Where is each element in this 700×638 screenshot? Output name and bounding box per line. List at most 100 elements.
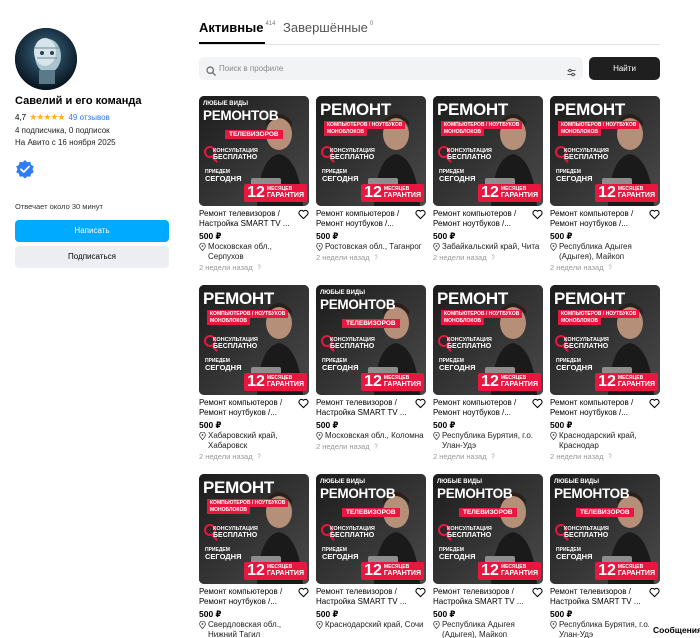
subscribe-button[interactable]: Подписаться <box>15 246 169 268</box>
listing-card[interactable]: ЛЮБЫЕ ВИДЫ РЕМОНТОВ ТЕЛЕВИЗОРОВ КОНСУЛЬТАЦИ… <box>199 96 309 273</box>
thumb-caption: ЛЮБЫЕ ВИДЫ <box>320 479 366 485</box>
listing-price: 500 ₽ <box>433 420 456 430</box>
listing-image[interactable]: ЛЮБЫЕ ВИДЫ РЕМОНТОВ ТЕЛЕВИЗОРОВ КОНСУЛЬТАЦИ… <box>199 96 309 206</box>
listing-title[interactable]: Ремонт телевизоров / Настройка SMART TV … <box>316 587 411 607</box>
heart-icon[interactable] <box>532 398 543 409</box>
listing-title[interactable]: Ремонт компьютеров / Ремонт ноутбуков /.… <box>550 398 645 418</box>
heart-icon[interactable] <box>298 398 309 409</box>
listing-image[interactable]: РЕМОНТ КОМПЬЮТЕРОВ / НОУТБУКОВ МОНОБЛОКОВ К… <box>199 474 309 584</box>
listing-location-text: Хабаровский край, Хабаровск <box>208 431 278 450</box>
filter-icon[interactable] <box>567 64 576 82</box>
listing-image[interactable]: ЛЮБЫЕ ВИДЫ РЕМОНТОВ ТЕЛЕВИЗОРОВ КОНСУЛЬТАЦИ… <box>433 474 543 584</box>
write-button[interactable]: Написать <box>15 220 169 242</box>
listing-card[interactable]: РЕМОНТ КОМПЬЮТЕРОВ / НОУТБУКОВ МОНОБЛОКОВ К… <box>199 474 309 638</box>
heart-icon[interactable] <box>415 587 426 598</box>
rating-value: 4,7 <box>15 112 27 122</box>
pin-icon <box>257 453 261 459</box>
listing-card[interactable]: ЛЮБЫЕ ВИДЫ РЕМОНТОВ ТЕЛЕВИЗОРОВ КОНСУЛЬТАЦИ… <box>550 474 660 638</box>
avatar[interactable] <box>15 28 77 90</box>
listing-card[interactable]: РЕМОНТ КОМПЬЮТЕРОВ / НОУТБУКОВ МОНОБЛОКОВ К… <box>199 285 309 462</box>
location-pin-icon <box>550 621 557 629</box>
listing-location-text: Республика Адыгея (Адыгея), Майкоп <box>559 242 632 261</box>
listing-card[interactable]: РЕМОНТ КОМПЬЮТЕРОВ / НОУТБУКОВ МОНОБЛОКОВ К… <box>550 96 660 273</box>
thumb-consult: КОНСУЛЬТАЦИЯ БЕСПЛАТНО <box>447 148 492 161</box>
thumb-headline: РЕМОНТОВ <box>437 486 513 501</box>
listing-card[interactable]: ЛЮБЫЕ ВИДЫ РЕМОНТОВ ТЕЛЕВИЗОРОВ КОНСУЛЬТАЦИ… <box>316 285 426 452</box>
listing-date: 2 недели назад <box>433 253 543 263</box>
listing-title[interactable]: Ремонт телевизоров / Настройка SMART TV … <box>199 209 294 229</box>
thumb-come: ПРИЕДЕМ СЕГОДНЯ <box>556 169 593 183</box>
listing-title[interactable]: Ремонт компьютеров / Ремонт ноутбуков /.… <box>550 209 645 229</box>
followers-count[interactable]: 4 подписчика, 0 подписок <box>15 125 170 137</box>
heart-icon[interactable] <box>298 587 309 598</box>
listing-card[interactable]: РЕМОНТ КОМПЬЮТЕРОВ / НОУТБУКОВ МОНОБЛОКОВ К… <box>433 285 543 462</box>
thumb-come: ПРИЕДЕМ СЕГОДНЯ <box>205 547 242 561</box>
heart-icon[interactable] <box>649 398 660 409</box>
heart-icon[interactable] <box>415 209 426 220</box>
search-icon <box>206 63 216 81</box>
messages-button[interactable]: Сообщения <box>649 623 700 638</box>
thumb-label-secondary: МОНОБЛОКОВ <box>441 128 484 136</box>
reviews-link[interactable]: 49 отзывов <box>68 113 109 122</box>
location-pin-icon <box>199 621 206 629</box>
heart-icon[interactable] <box>649 587 660 598</box>
listing-title[interactable]: Ремонт компьютеров / Ремонт ноутбуков /.… <box>433 398 528 418</box>
listing-image[interactable]: ЛЮБЫЕ ВИДЫ РЕМОНТОВ ТЕЛЕВИЗОРОВ КОНСУЛЬТАЦИ… <box>316 285 426 395</box>
heart-icon[interactable] <box>532 587 543 598</box>
thumb-come: ПРИЕДЕМ СЕГОДНЯ <box>439 358 476 372</box>
thumb-label-secondary: МОНОБЛОКОВ <box>441 317 484 325</box>
listing-title[interactable]: Ремонт телевизоров / Настройка SMART TV … <box>433 587 528 607</box>
listing-location-text: Московская обл., Коломна <box>325 431 424 440</box>
listing-location: Забайкальский край, Чита <box>433 242 543 252</box>
listing-image[interactable]: ЛЮБЫЕ ВИДЫ РЕМОНТОВ ТЕЛЕВИЗОРОВ КОНСУЛЬТАЦИ… <box>550 474 660 584</box>
thumb-consult: КОНСУЛЬТАЦИЯ БЕСПЛАТНО <box>447 526 492 539</box>
listing-image[interactable]: РЕМОНТ КОМПЬЮТЕРОВ / НОУТБУКОВ МОНОБЛОКОВ К… <box>550 285 660 395</box>
heart-icon[interactable] <box>415 398 426 409</box>
thumb-come: ПРИЕДЕМ СЕГОДНЯ <box>322 358 359 372</box>
thumb-headline: РЕМОНТ <box>554 100 625 119</box>
warranty-badge: 12 МЕСЯЦЕВ ГАРАНТИЯ <box>478 373 541 391</box>
listing-image[interactable]: РЕМОНТ КОМПЬЮТЕРОВ / НОУТБУКОВ МОНОБЛОКОВ К… <box>433 285 543 395</box>
listing-image[interactable]: ЛЮБЫЕ ВИДЫ РЕМОНТОВ ТЕЛЕВИЗОРОВ КОНСУЛЬТАЦИ… <box>316 474 426 584</box>
listing-title[interactable]: Ремонт телевизоров / Настройка SMART TV … <box>550 587 645 607</box>
tab-active[interactable]: Активные 414 <box>199 20 275 44</box>
thumb-caption: ЛЮБЫЕ ВИДЫ <box>203 101 249 107</box>
listing-price: 500 ₽ <box>433 231 456 241</box>
listing-card[interactable]: РЕМОНТ КОМПЬЮТЕРОВ / НОУТБУКОВ МОНОБЛОКОВ К… <box>550 285 660 462</box>
listing-title[interactable]: Ремонт компьютеров / Ремонт ноутбуков /.… <box>199 587 294 607</box>
thumb-consult: КОНСУЛЬТАЦИЯ БЕСПЛАТНО <box>330 337 375 350</box>
listing-card[interactable]: ЛЮБЫЕ ВИДЫ РЕМОНТОВ ТЕЛЕВИЗОРОВ КОНСУЛЬТАЦИ… <box>316 474 426 630</box>
listing-location: Республика Адыгея (Адыгея), Майкоп <box>550 242 660 262</box>
warranty-badge: 12 МЕСЯЦЕВ ГАРАНТИЯ <box>478 184 541 202</box>
tab-completed-count: 0 <box>369 21 374 27</box>
listing-image[interactable]: РЕМОНТ КОМПЬЮТЕРОВ / НОУТБУКОВ МОНОБЛОКОВ К… <box>199 285 309 395</box>
heart-icon[interactable] <box>532 209 543 220</box>
heart-icon[interactable] <box>298 209 309 220</box>
heart-icon[interactable] <box>649 209 660 220</box>
tab-completed[interactable]: Завершённые 0 <box>283 20 373 35</box>
thumb-headline: РЕМОНТ <box>437 100 508 119</box>
listing-location-text: Забайкальский край, Чита <box>442 242 540 251</box>
warranty-badge: 12 МЕСЯЦЕВ ГАРАНТИЯ <box>244 373 307 391</box>
thumb-come: ПРИЕДЕМ СЕГОДНЯ <box>205 358 242 372</box>
warranty-badge: 12 МЕСЯЦЕВ ГАРАНТИЯ <box>595 373 658 391</box>
listing-title[interactable]: Ремонт компьютеров / Ремонт ноутбуков /.… <box>433 209 528 229</box>
listing-title[interactable]: Ремонт компьютеров / Ремонт ноутбуков /.… <box>316 209 411 229</box>
listing-price: 500 ₽ <box>550 420 573 430</box>
listing-card[interactable]: РЕМОНТ КОМПЬЮТЕРОВ / НОУТБУКОВ МОНОБЛОКОВ К… <box>433 96 543 263</box>
find-button[interactable]: Найти <box>589 57 660 80</box>
thumb-label: ТЕЛЕВИЗОРОВ <box>342 319 400 328</box>
warranty-badge: 12 МЕСЯЦЕВ ГАРАНТИЯ <box>361 562 424 580</box>
listing-date: 2 недели назад <box>550 452 660 462</box>
listing-card[interactable]: РЕМОНТ КОМПЬЮТЕРОВ / НОУТБУКОВ МОНОБЛОКОВ К… <box>316 96 426 263</box>
listing-image[interactable]: РЕМОНТ КОМПЬЮТЕРОВ / НОУТБУКОВ МОНОБЛОКОВ К… <box>550 96 660 206</box>
listing-card[interactable]: ЛЮБЫЕ ВИДЫ РЕМОНТОВ ТЕЛЕВИЗОРОВ КОНСУЛЬТАЦИ… <box>433 474 543 638</box>
thumb-headline: РЕМОНТОВ <box>320 486 396 501</box>
listing-image[interactable]: РЕМОНТ КОМПЬЮТЕРОВ / НОУТБУКОВ МОНОБЛОКОВ К… <box>316 96 426 206</box>
search-input[interactable] <box>219 57 549 80</box>
thumb-headline: РЕМОНТ <box>203 289 274 308</box>
listing-image[interactable]: РЕМОНТ КОМПЬЮТЕРОВ / НОУТБУКОВ МОНОБЛОКОВ К… <box>433 96 543 206</box>
listing-title[interactable]: Ремонт телевизоров / Настройка SMART TV … <box>316 398 411 418</box>
listing-title[interactable]: Ремонт компьютеров / Ремонт ноутбуков /.… <box>199 398 294 418</box>
thumb-come: ПРИЕДЕМ СЕГОДНЯ <box>205 169 242 183</box>
